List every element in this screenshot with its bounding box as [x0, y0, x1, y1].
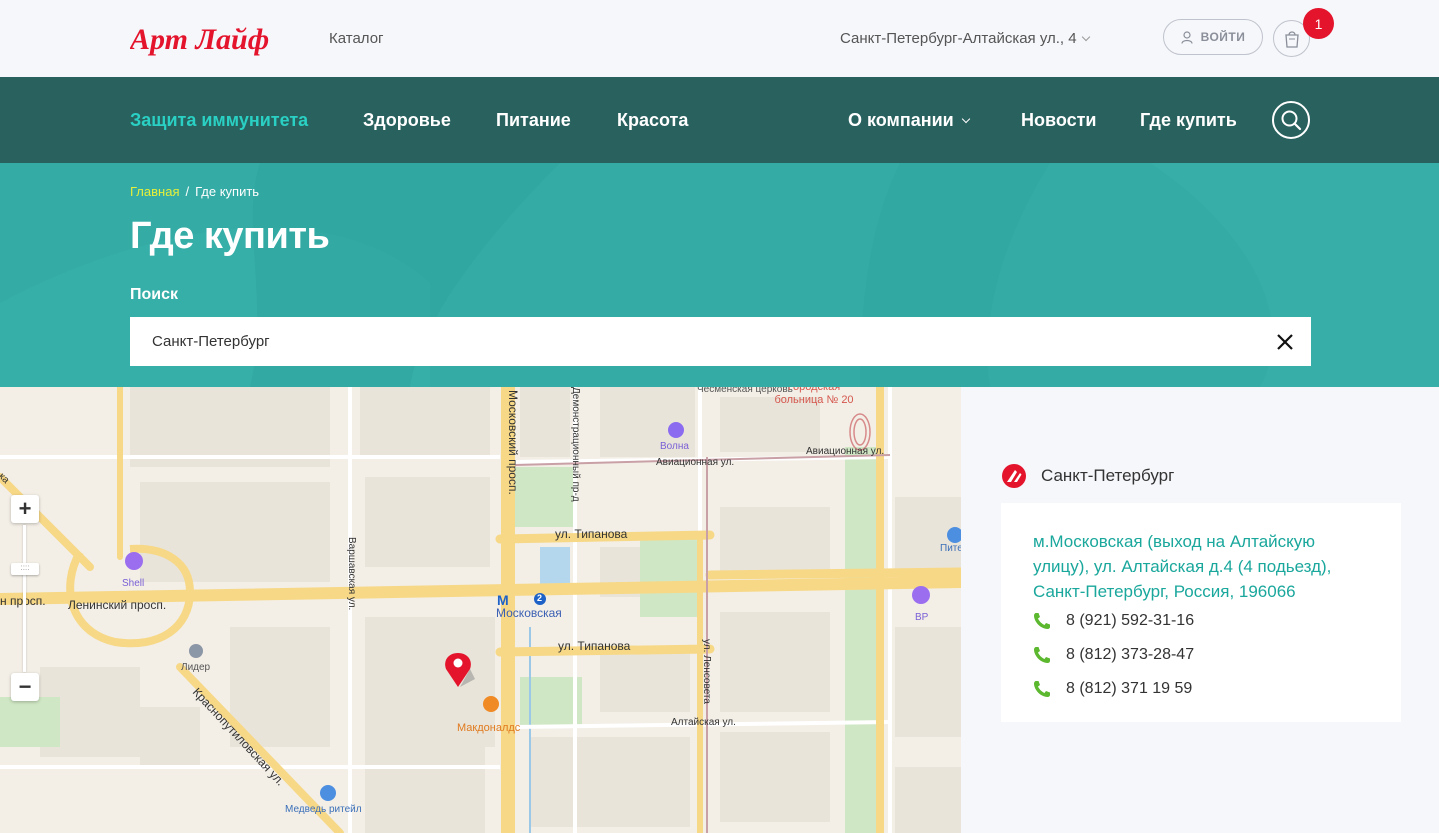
map-label-moskovsky: Московский просп.: [506, 390, 520, 495]
catalog-link[interactable]: Каталог: [329, 30, 384, 47]
search-icon: [1281, 110, 1302, 131]
zoom-in-button[interactable]: +: [11, 495, 39, 523]
nav-immunity[interactable]: Защита иммунитета: [130, 110, 308, 131]
map-label-altayskaya: Алтайская ул.: [671, 717, 736, 728]
top-bar: Арт Лайф Каталог Санкт-Петербург-Алтайск…: [0, 0, 1439, 77]
user-icon: [1181, 30, 1193, 44]
login-button[interactable]: ВОЙТИ: [1163, 19, 1263, 55]
map-label-shell: Shell: [122, 578, 145, 589]
cart-count-badge: 1: [1303, 8, 1334, 39]
phone-number: 8 (812) 373-28-47: [1066, 646, 1195, 663]
zoom-slider-handle[interactable]: ::::: [11, 563, 39, 575]
phone-icon: [1034, 613, 1050, 629]
zoom-out-button[interactable]: −: [11, 673, 39, 701]
search-input[interactable]: [130, 317, 1311, 366]
hero-section: Главная / Где купить Где купить Поиск: [0, 163, 1439, 387]
map-label-piter: Пите: [940, 543, 961, 554]
map-label-medved: Медведь ритейл: [285, 804, 362, 815]
chevron-down-icon: [961, 114, 970, 124]
login-label: ВОЙТИ: [1200, 30, 1246, 44]
store-address[interactable]: м.Московская (выход на Алтайскую улицу),…: [1033, 529, 1373, 604]
phone-row[interactable]: 8 (921) 592-31-16: [1033, 612, 1194, 630]
phone-number: 8 (921) 592-31-16: [1066, 612, 1195, 629]
logo-text: Арт Лайф: [130, 23, 269, 56]
nav-where-to-buy[interactable]: Где купить: [1140, 110, 1237, 131]
map-label-varshavskaya: Варшавская ул.: [346, 537, 357, 611]
breadcrumb-current: Где купить: [195, 184, 260, 199]
phone-row[interactable]: 8 (812) 373-28-47: [1033, 646, 1194, 664]
city-selector[interactable]: Санкт-Петербург-Алтайская ул., 4: [840, 30, 1090, 47]
map-label-chesmenskaya: Чесменская церковь: [697, 387, 793, 395]
map-label-aviatsionnaya-2: Авиационная ул.: [806, 446, 885, 457]
clear-search-button[interactable]: [1273, 330, 1297, 354]
map-label-demonstratsionny: Демонстрационный пр-д: [570, 387, 581, 502]
nav-beauty[interactable]: Красота: [617, 110, 688, 131]
map-label-metro-line: 2: [537, 593, 543, 603]
nav-news[interactable]: Новости: [1021, 110, 1096, 131]
nav-about-label: О компании: [848, 110, 954, 130]
store-city: Санкт-Петербург: [1041, 466, 1175, 485]
phone-number: 8 (812) 371 19 59: [1066, 680, 1193, 697]
phone-icon: [1034, 647, 1050, 663]
city-selector-label: Санкт-Петербург-Алтайская ул., 4: [840, 30, 1077, 47]
main-navigation: Защита иммунитета Здоровье Питание Красо…: [0, 77, 1439, 163]
map-label-tipanova-2: ул. Типанова: [558, 639, 631, 653]
close-icon: [1277, 334, 1293, 350]
plus-icon: +: [18, 496, 32, 521]
map-label-aviatsionnaya-1: Авиационная ул.: [656, 457, 735, 468]
phone-row[interactable]: 8 (812) 371 19 59: [1033, 680, 1192, 698]
breadcrumb: Главная / Где купить: [130, 184, 259, 199]
map-label-metro-moskovskaya: Московская: [496, 606, 562, 620]
store-card: м.Московская (выход на Алтайскую улицу),…: [1001, 503, 1401, 722]
map-label-lensoveta: ул. Ленсовета: [701, 639, 712, 704]
nav-nutrition[interactable]: Питание: [496, 110, 571, 131]
search-button[interactable]: [1272, 101, 1310, 139]
search-label: Поиск: [130, 286, 179, 303]
page-title: Где купить: [130, 215, 330, 257]
zoom-slider-track[interactable]: [23, 525, 26, 672]
map-label-volna: Волна: [660, 441, 689, 452]
map-label-mcdonalds: Макдоналдс: [457, 722, 521, 734]
breadcrumb-home[interactable]: Главная: [130, 184, 179, 199]
cart-bag-icon: [1284, 30, 1299, 48]
breadcrumb-separator: /: [185, 184, 190, 199]
map-label-bp: BP: [915, 612, 929, 623]
phone-icon: [1034, 681, 1050, 697]
minus-icon: −: [18, 674, 32, 699]
logo[interactable]: Арт Лайф: [128, 22, 282, 58]
store-city-header: Санкт-Петербург: [1001, 463, 1174, 489]
art-life-logo-icon: [1002, 464, 1026, 488]
map[interactable]: M Московский просп. Ленинский просп. н п…: [0, 387, 961, 833]
map-label-tipanova-1: ул. Типанова: [555, 527, 628, 541]
nav-health[interactable]: Здоровье: [363, 110, 451, 131]
map-label-hospital: Городская больница № 20: [774, 387, 854, 406]
nav-about[interactable]: О компании: [848, 110, 970, 131]
map-label-lider: Лидер: [181, 662, 211, 673]
chevron-down-icon: [1081, 32, 1090, 42]
map-label-leninsky: Ленинский просп.: [68, 598, 167, 612]
